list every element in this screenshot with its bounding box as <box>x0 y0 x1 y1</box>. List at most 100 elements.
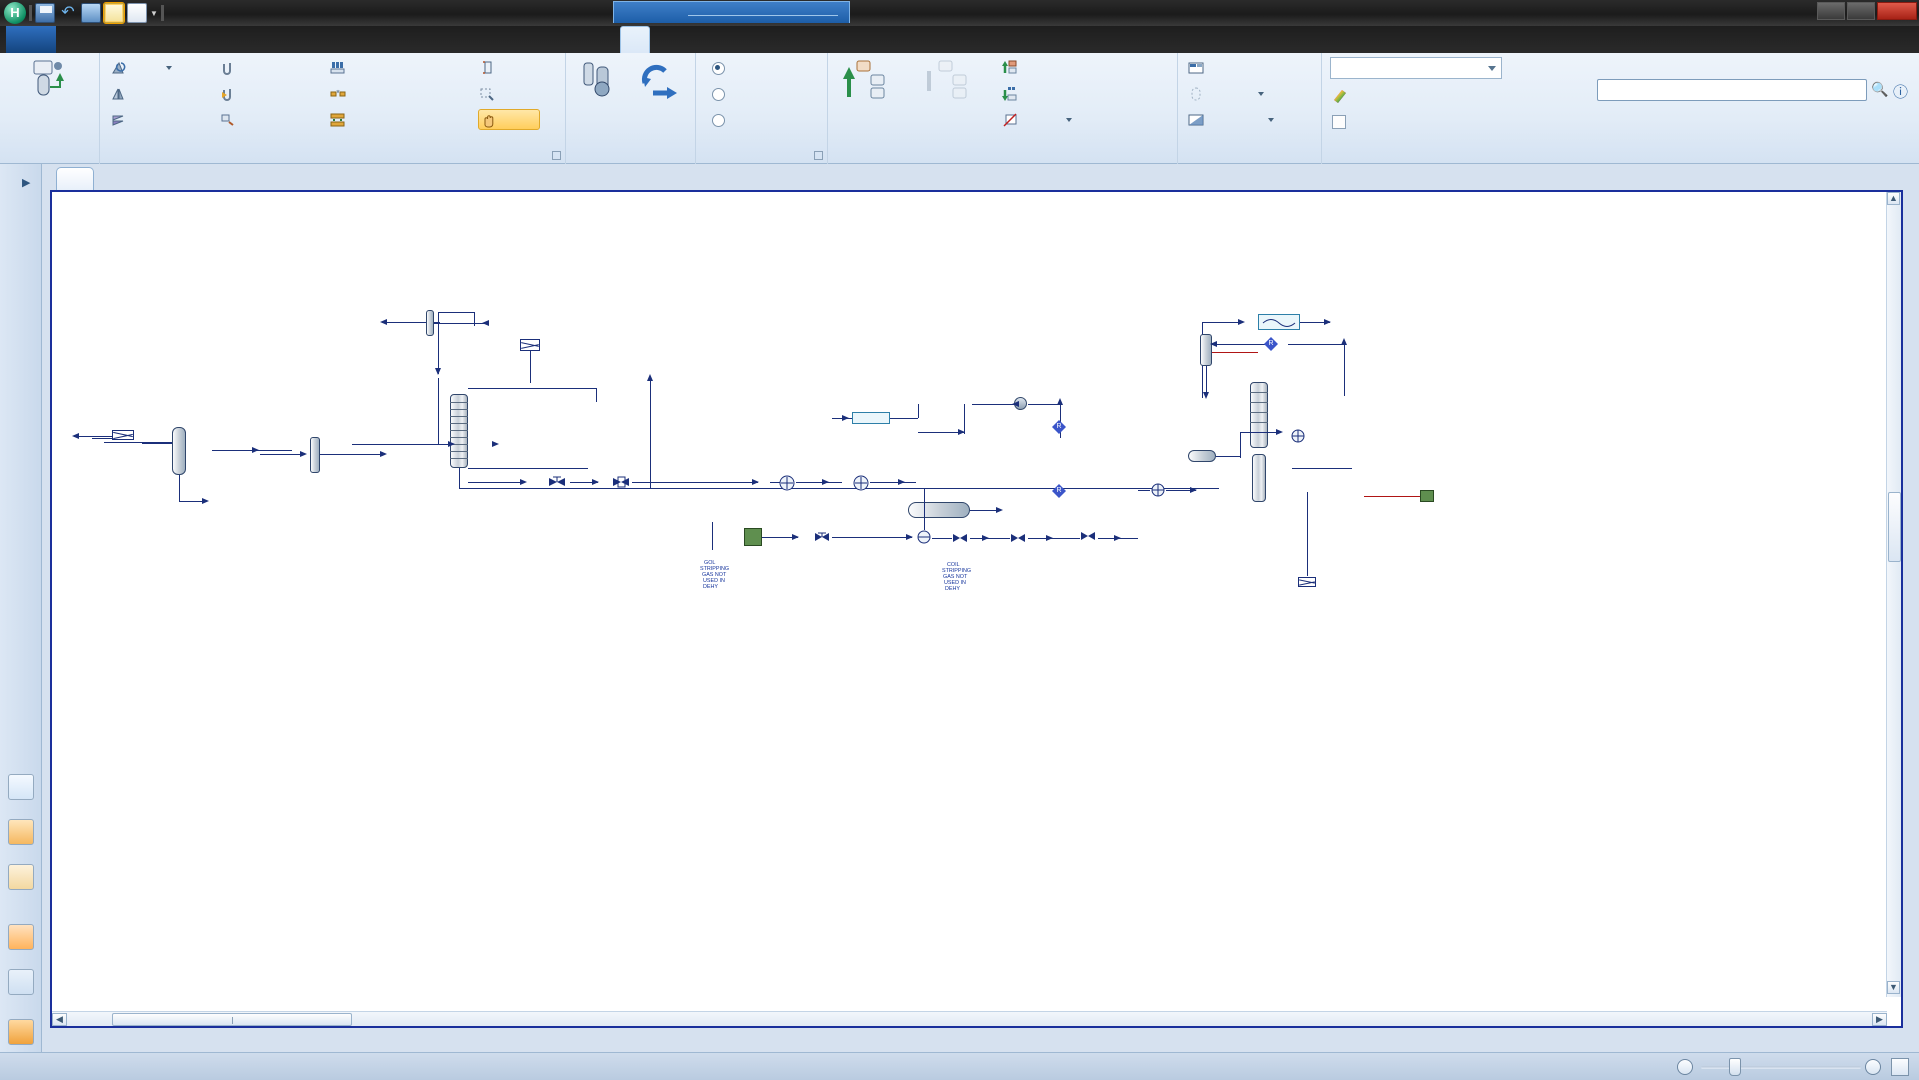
help-icon[interactable]: ⓘ <box>1893 81 1911 101</box>
horizontal-scroll-thumb[interactable] <box>112 1013 352 1026</box>
hide-object-button[interactable] <box>1186 83 1264 104</box>
go-to-parent-button[interactable] <box>832 57 896 103</box>
tab-flowsheet-tpl17b[interactable] <box>56 167 94 190</box>
stream-label-pressure-radio[interactable] <box>710 109 730 130</box>
search-icon[interactable]: 🔍 <box>1871 81 1889 99</box>
energy-analysis-icon[interactable] <box>8 864 34 890</box>
tab-dynamics[interactable] <box>250 26 278 53</box>
auto-position-button[interactable] <box>218 109 240 130</box>
expand-navigation-icon[interactable]: ▶ <box>22 176 36 190</box>
canvas-vertical-scrollbar[interactable]: ▲ ▼ <box>1886 192 1901 997</box>
flowsheet-dialog-launcher[interactable] <box>552 151 561 160</box>
find-object-button[interactable] <box>566 57 628 103</box>
tab-home[interactable] <box>70 26 98 53</box>
hysys-logo-icon: H <box>4 2 26 24</box>
auto-position-all-button[interactable] <box>328 57 350 78</box>
zoom-slider-thumb[interactable] <box>1729 1058 1741 1076</box>
stream-label-dialog-launcher[interactable] <box>814 151 823 160</box>
table-visibility-button[interactable] <box>1186 109 1274 130</box>
undo-icon[interactable]: ↶ <box>58 3 78 23</box>
properties-icon[interactable] <box>8 774 34 800</box>
tab-customize[interactable] <box>422 26 450 53</box>
ignore-button[interactable] <box>1000 109 1072 130</box>
vertical-scroll-thumb[interactable] <box>1888 492 1901 562</box>
window-controls[interactable] <box>1817 2 1917 20</box>
paperclip-icon <box>220 60 236 76</box>
chevron-down-icon[interactable] <box>166 66 172 70</box>
workbook-tables-button[interactable] <box>1186 57 1208 78</box>
editor-button[interactable] <box>1330 85 1352 106</box>
scroll-right-arrow[interactable]: ▶ <box>1872 1013 1887 1026</box>
zoom-slider-track[interactable] <box>1701 1066 1861 1069</box>
chevron-down-icon[interactable] <box>1268 118 1274 122</box>
move-into-subflowsheet-button[interactable] <box>1000 83 1022 104</box>
swap-connection-button[interactable] <box>328 109 350 130</box>
flowsheet-window-chip[interactable] <box>613 1 850 23</box>
stream-label-temperature-radio[interactable] <box>710 83 730 104</box>
ribbon: 🔍 ⓘ <box>0 53 1919 164</box>
models-and-streams-button[interactable] <box>6 57 90 103</box>
flowsheet-tree-icon[interactable] <box>8 1019 34 1045</box>
ribbon-group-conditional-formatting <box>1322 53 1518 164</box>
chevron-down-icon[interactable] <box>1066 118 1072 122</box>
table-visibility-icon <box>1188 112 1204 128</box>
simulation-icon[interactable] <box>8 819 34 845</box>
flip-horizontal-button[interactable] <box>108 83 130 104</box>
safety-analysis-icon[interactable] <box>8 924 34 950</box>
break-connection-button[interactable] <box>328 83 350 104</box>
rotate-button[interactable] <box>108 57 172 78</box>
ribbon-group-hierarchy <box>828 53 1178 164</box>
hbg3200-icon <box>852 412 890 424</box>
chevron-down-icon[interactable] <box>1258 92 1264 96</box>
auto-attach-button[interactable] <box>218 83 240 104</box>
close-button[interactable] <box>1877 2 1917 20</box>
fit-to-window-button[interactable] <box>1891 1058 1909 1076</box>
zoom-out-button[interactable] <box>1677 1059 1693 1075</box>
minimize-button[interactable] <box>1817 2 1845 20</box>
tab-economics[interactable] <box>142 26 170 53</box>
auto-position-icon <box>220 112 236 128</box>
document-icon[interactable] <box>103 2 125 24</box>
stream-label-name-radio[interactable] <box>710 57 730 78</box>
canvas-horizontal-scrollbar[interactable]: ◀ ▶ <box>52 1011 1887 1026</box>
chart-icon[interactable] <box>127 3 147 23</box>
swap-connection-icon <box>330 112 346 128</box>
enter-subflowsheet-button[interactable] <box>896 57 996 103</box>
hbg3210-icon <box>779 475 795 491</box>
economics-icon[interactable] <box>8 969 34 995</box>
document-tab-strip[interactable] <box>42 164 1919 190</box>
navigation-pane[interactable]: ▶ <box>0 164 42 1053</box>
tab-resources[interactable] <box>524 26 552 53</box>
tab-file[interactable] <box>6 26 56 53</box>
display-legend-checkbox[interactable] <box>1330 111 1352 132</box>
zoom-button[interactable] <box>478 83 500 104</box>
size-icon <box>480 60 496 76</box>
hal3300-cooler <box>1258 314 1300 330</box>
attach-button[interactable] <box>218 57 240 78</box>
pan-button[interactable] <box>478 109 540 130</box>
size-button[interactable] <box>478 57 500 78</box>
scroll-down-arrow[interactable]: ▼ <box>1887 981 1900 994</box>
colour-scheme-select[interactable] <box>1330 57 1502 79</box>
add-tab-button[interactable] <box>454 169 474 188</box>
save-icon[interactable] <box>35 3 55 23</box>
refresh-icon[interactable] <box>81 3 101 23</box>
ribbon-tab-strip[interactable] <box>0 26 1919 53</box>
zoom-in-button[interactable] <box>1865 1059 1881 1075</box>
quick-access-toolbar[interactable]: H ↶ ▼ <box>4 0 164 26</box>
tab-format[interactable] <box>770 26 798 53</box>
scroll-up-arrow[interactable]: ▲ <box>1887 192 1900 205</box>
flowsheet-canvas-frame: R R R GOL STRIPPING GAS NOT USED IN DEHY… <box>50 190 1903 1028</box>
scroll-left-arrow[interactable]: ◀ <box>52 1013 67 1026</box>
tab-view[interactable] <box>352 26 380 53</box>
flowsheet-canvas[interactable]: R R R GOL STRIPPING GAS NOT USED IN DEHY… <box>52 192 1887 997</box>
flip-vertical-button[interactable] <box>108 109 130 130</box>
chevron-down-icon[interactable] <box>1488 66 1496 71</box>
move-to-parent-button[interactable] <box>1000 57 1022 78</box>
maximize-button[interactable] <box>1847 2 1875 20</box>
recycle-advisor-button[interactable] <box>624 57 694 103</box>
chevron-down-icon[interactable]: ▼ <box>150 9 158 18</box>
tab-flowsheet-modify[interactable] <box>620 26 650 53</box>
search-input[interactable] <box>1597 79 1867 101</box>
rcy-recycle-icon: R <box>1052 420 1066 434</box>
